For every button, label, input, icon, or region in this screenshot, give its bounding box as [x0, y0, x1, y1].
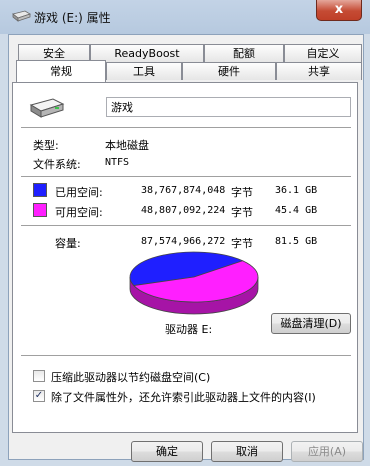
hard-drive-icon [29, 98, 65, 118]
close-button[interactable]: x [316, 0, 362, 21]
tab-general[interactable]: 常规 [16, 60, 106, 82]
window-title: 游戏 (E:) 属性 [34, 11, 111, 25]
disk-cleanup-button[interactable]: 磁盘清理(D) [271, 313, 351, 334]
tab-quota[interactable]: 配额 [204, 44, 284, 62]
used-space-label: 已用空间: [55, 186, 103, 199]
divider [21, 127, 351, 129]
used-space-unit: 字节 [231, 186, 253, 199]
used-space-bytes: 38,767,874,048 [141, 185, 226, 196]
free-space-swatch [33, 203, 47, 217]
divider [21, 355, 351, 357]
compress-label[interactable]: 压缩此驱动器以节约磁盘空间(C) [51, 369, 210, 385]
compress-checkbox[interactable] [33, 370, 45, 382]
type-value: 本地磁盘 [105, 139, 149, 152]
free-space-label: 可用空间: [55, 206, 103, 219]
index-label[interactable]: 除了文件属性外，还允许索引此驱动器上文件的内容(I) [51, 389, 316, 405]
free-space-bytes: 48,807,092,224 [141, 205, 226, 216]
tab-sharing[interactable]: 共享 [276, 62, 362, 80]
title-bar: 游戏 (E:) 属性 x [0, 0, 370, 34]
used-space-size: 36.1 GB [275, 185, 318, 196]
drive-icon [12, 10, 31, 22]
tab-hardware[interactable]: 硬件 [182, 62, 276, 80]
divider [21, 176, 351, 178]
free-space-unit: 字节 [231, 206, 253, 219]
tab-readyboost[interactable]: ReadyBoost [90, 44, 204, 62]
tab-tools[interactable]: 工具 [106, 62, 182, 80]
ok-button[interactable]: 确定 [131, 441, 203, 462]
filesystem-value: NTFS [105, 157, 130, 168]
capacity-size: 81.5 GB [275, 236, 318, 247]
free-space-size: 45.4 GB [275, 205, 318, 216]
capacity-label: 容量: [55, 237, 81, 250]
general-panel: 类型: 本地磁盘 文件系统: NTFS 已用空间: 38,767,874,048… [12, 82, 358, 433]
filesystem-label: 文件系统: [33, 158, 81, 171]
checkmark-icon: ✓ [34, 390, 44, 401]
index-checkbox[interactable]: ✓ [33, 390, 45, 402]
drive-letter-label: 驱动器 E: [165, 323, 213, 336]
capacity-bytes: 87,574,966,272 [141, 236, 226, 247]
apply-button[interactable]: 应用(A) [291, 441, 363, 462]
divider [21, 225, 351, 227]
used-space-swatch [33, 183, 47, 197]
type-label: 类型: [33, 139, 59, 152]
tab-customize[interactable]: 自定义 [284, 44, 362, 62]
cancel-button[interactable]: 取消 [211, 441, 283, 462]
drive-name-input[interactable] [106, 97, 351, 117]
disk-usage-pie-chart [129, 251, 259, 315]
